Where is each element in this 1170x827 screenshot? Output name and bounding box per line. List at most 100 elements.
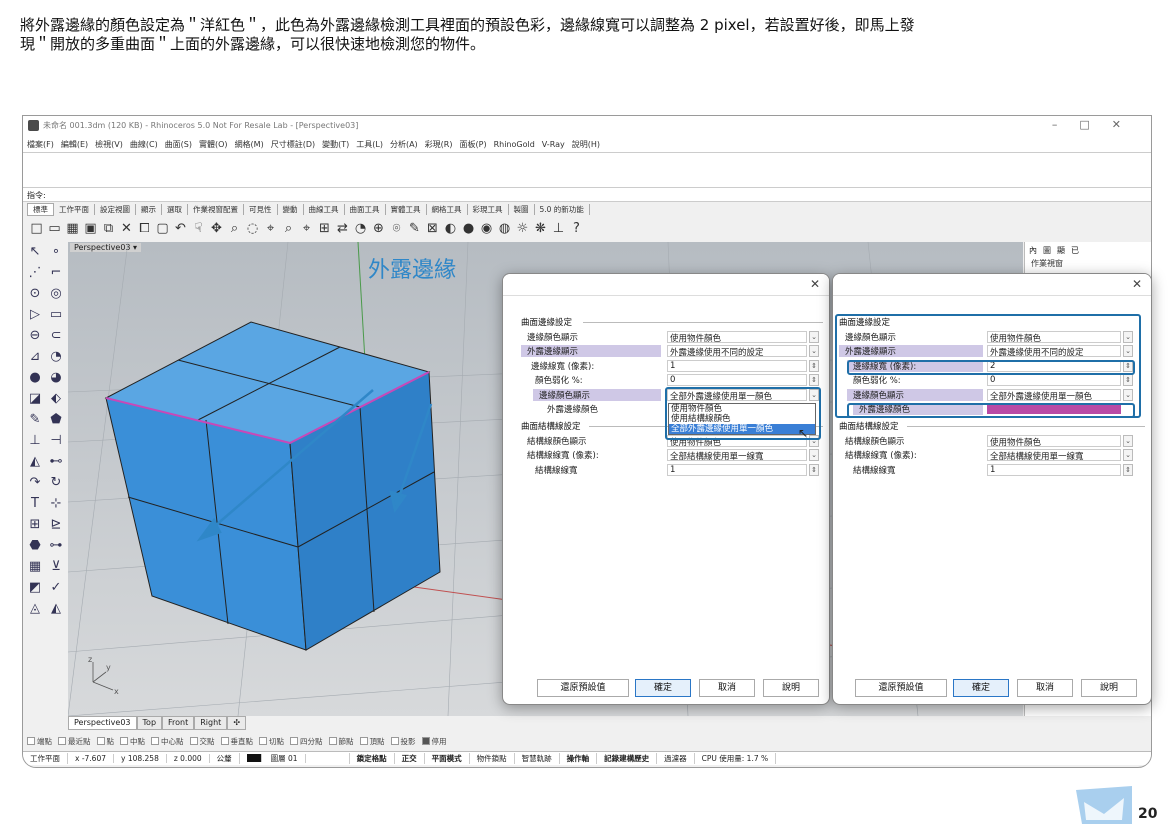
property-value[interactable]: 使用物件顏色 — [667, 331, 807, 343]
spinner-icon[interactable]: ⇕ — [809, 463, 819, 476]
property-row[interactable]: 顏色弱化 %: 0 ⇕ — [839, 374, 1141, 387]
edge-color-dropdown-list[interactable]: 使用物件顏色 使用結構線顏色 全部外露邊緣使用單一顏色 — [668, 403, 816, 435]
status-mode-toggle[interactable]: 記錄建構歷史 — [597, 753, 658, 764]
cancel-button[interactable]: 取消 — [1017, 679, 1073, 697]
tool-icon[interactable]: ⊥ — [551, 221, 566, 236]
menu-item[interactable]: 面板(P) — [460, 139, 487, 150]
tool-icon[interactable]: ◔ — [353, 221, 368, 236]
command-line[interactable]: 指令: — [23, 188, 1151, 202]
ok-button[interactable]: 確定 — [635, 679, 691, 697]
toolbar-tab[interactable]: 變動 — [278, 204, 304, 215]
tool-icon[interactable]: ▷ — [25, 307, 45, 327]
property-value[interactable]: 使用物件顏色 — [987, 331, 1121, 343]
tool-icon[interactable]: ◩ — [25, 580, 45, 600]
spinner-icon[interactable]: ⇕ — [1123, 374, 1133, 387]
panel-tab[interactable]: 顯 — [1057, 245, 1065, 255]
property-value[interactable]: 1 — [987, 463, 1121, 476]
tool-icon[interactable]: ◭ — [25, 454, 45, 474]
property-value[interactable]: 全部結構線使用單一線寬 — [667, 449, 807, 462]
toolbar-tab[interactable]: 曲線工具 — [304, 204, 345, 215]
tool-icon[interactable]: ▣ — [83, 221, 98, 236]
tool-icon[interactable]: ⌖ — [263, 221, 278, 236]
dropdown-option[interactable]: 使用結構線顏色 — [669, 414, 815, 424]
tool-icon[interactable]: ⊵ — [46, 517, 66, 537]
toolbar-tab[interactable]: 標準 — [27, 203, 54, 216]
tool-icon[interactable]: ◬ — [25, 601, 45, 621]
toolbar-tab[interactable]: 設定視圖 — [95, 204, 136, 215]
toolbar-tab[interactable]: 網格工具 — [427, 204, 468, 215]
tool-icon[interactable]: ↶ — [173, 221, 188, 236]
osnap-option[interactable]: 投影 — [390, 736, 416, 747]
status-mode-toggle[interactable]: 正交 — [395, 753, 425, 764]
checkbox[interactable] — [259, 736, 267, 745]
tool-icon[interactable]: ⧉ — [101, 221, 116, 236]
tool-icon[interactable]: T — [25, 496, 45, 516]
tool-icon[interactable]: ◔ — [46, 349, 66, 369]
toolbar-tab[interactable]: 作業視窗配置 — [188, 204, 244, 215]
property-value[interactable]: 1 — [667, 463, 807, 476]
property-value[interactable]: 1 — [667, 359, 807, 372]
property-row[interactable]: 外露邊緣顯示 外露邊緣使用不同的設定 ⌄ — [521, 345, 821, 358]
menu-item[interactable]: 編輯(E) — [61, 139, 88, 150]
property-value[interactable]: 全部結構線使用單一線寬 — [987, 449, 1121, 462]
tool-icon[interactable]: ⬖ — [46, 391, 66, 411]
viewport-tab[interactable]: ✣ — [227, 716, 247, 730]
osnap-option[interactable]: 中心點 — [151, 736, 184, 747]
tool-icon[interactable]: ◎ — [46, 286, 66, 306]
tool-icon[interactable]: ✓ — [46, 580, 66, 600]
osnap-option[interactable]: 節點 — [328, 736, 354, 747]
menu-item[interactable]: RhinoGold — [494, 140, 535, 149]
toolbar-tab[interactable]: 製圖 — [509, 204, 535, 215]
minimize-icon[interactable]: – — [1052, 118, 1080, 131]
close-icon[interactable]: ✕ — [1112, 118, 1143, 131]
checkbox[interactable] — [359, 736, 368, 745]
help-button[interactable]: 說明 — [763, 679, 819, 697]
checkbox[interactable] — [58, 736, 66, 745]
chevron-down-icon[interactable]: ⌄ — [1123, 345, 1133, 358]
tool-icon[interactable]: ∘ — [46, 244, 66, 264]
osnap-option[interactable]: 垂直點 — [220, 736, 253, 747]
osnap-option[interactable]: 頂點 — [359, 736, 385, 747]
menu-item[interactable]: 檢視(V) — [95, 139, 123, 150]
tool-icon[interactable]: ⊥ — [25, 433, 45, 453]
toolbar-tab[interactable]: 可見性 — [244, 204, 278, 215]
checkbox[interactable] — [27, 736, 35, 745]
property-row[interactable]: 結構線線寬 (像素): 全部結構線使用單一線寬 ⌄ — [521, 449, 821, 462]
checkbox[interactable] — [189, 736, 198, 745]
help-button[interactable]: 說明 — [1081, 679, 1137, 697]
toolbar-tab[interactable]: 選取 — [162, 204, 188, 215]
checkbox[interactable] — [96, 736, 105, 745]
restore-defaults-button[interactable]: 還原預設值 — [537, 679, 629, 697]
tool-icon[interactable]: ◌ — [245, 221, 260, 236]
osnap-option[interactable]: 端點 — [27, 736, 52, 747]
tool-icon[interactable]: ⊹ — [46, 496, 66, 516]
tool-icon[interactable]: ● — [25, 370, 45, 390]
tool-icon[interactable]: ✎ — [407, 221, 422, 236]
tool-icon[interactable]: ⊖ — [25, 328, 45, 348]
status-mode-toggle[interactable]: 智慧軌跡 — [515, 753, 560, 764]
tool-icon[interactable]: ↷ — [25, 475, 45, 495]
tool-icon[interactable]: ⊞ — [25, 517, 45, 537]
tool-icon[interactable]: ● — [461, 221, 476, 236]
property-value[interactable]: 0 — [987, 374, 1121, 387]
toolbar-tab[interactable]: 5.0 的新功能 — [535, 204, 590, 215]
tool-icon[interactable]: ◍ — [497, 221, 512, 236]
menu-item[interactable]: 尺寸標註(D) — [271, 139, 315, 150]
viewport-tab[interactable]: Right — [194, 716, 228, 730]
dropdown-option[interactable]: 全部外露邊緣使用單一顏色 — [669, 424, 815, 434]
checkbox[interactable] — [390, 736, 399, 745]
osnap-option[interactable]: 切點 — [259, 736, 284, 747]
ok-button[interactable]: 確定 — [953, 679, 1009, 697]
tool-icon[interactable]: ❋ — [533, 221, 548, 236]
tool-icon[interactable]: ▭ — [46, 307, 66, 327]
tool-icon[interactable]: ✎ — [25, 412, 45, 432]
tool-icon[interactable]: ◪ — [25, 391, 45, 411]
chevron-down-icon[interactable]: ⌄ — [1123, 449, 1133, 462]
spinner-icon[interactable]: ⇕ — [809, 359, 819, 372]
tool-icon[interactable]: ▦ — [65, 221, 80, 236]
menu-item[interactable]: 變動(T) — [322, 139, 349, 150]
menu-item[interactable]: 實體(O) — [199, 139, 228, 150]
toolbar-tab[interactable]: 實體工具 — [386, 204, 427, 215]
tool-icon[interactable]: ▭ — [47, 221, 62, 236]
osnap-option[interactable]: 四分點 — [290, 736, 323, 747]
